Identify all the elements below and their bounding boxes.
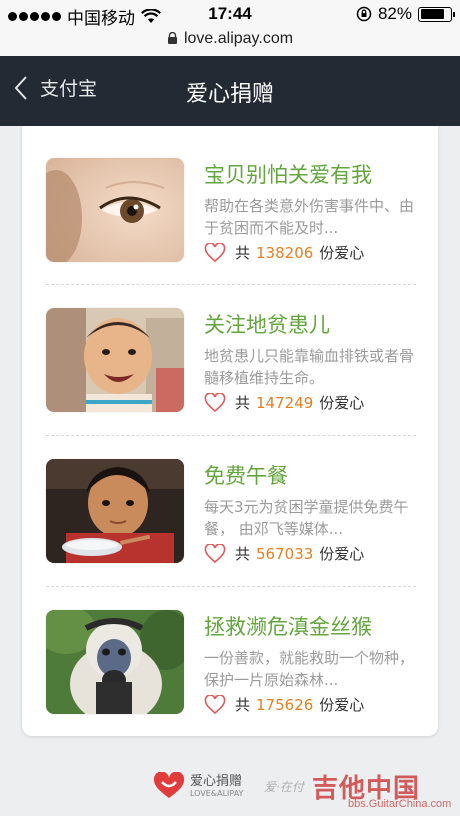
item-title: 拯救濒危滇金丝猴 (204, 615, 372, 639)
logo-text: 爱心捐赠 (190, 773, 243, 789)
lock-icon (167, 32, 177, 44)
love-alipay-logo[interactable]: 爱心捐赠 LOVE&ALIPAY (152, 772, 243, 800)
battery-icon (418, 6, 455, 22)
donation-item[interactable]: 宝贝别怕关爱有我 帮助在各类意外伤害事件中、由于贫困而不能及时... 共 138… (46, 158, 416, 266)
divider (46, 586, 416, 587)
item-info: 拯救濒危滇金丝猴 一份善款，就能救助一个物种，保护一片原始森林... 共 175… (204, 610, 416, 718)
divider (46, 435, 416, 436)
count-suffix: 份爱心 (319, 394, 365, 412)
item-title: 免费午餐 (204, 464, 288, 488)
status-bar: 中国移动 17:44 82% (0, 0, 460, 28)
donation-item[interactable]: 免费午餐 每天3元为贫困学童提供免费午餐， 由邓飞等媒体... 共 567033… (46, 459, 416, 567)
watermark-text: 爱·在付 (264, 780, 304, 794)
item-description: 地贫患儿只能靠输血排铁或者骨髓移植维持生命。 (204, 347, 415, 387)
count-suffix: 份爱心 (319, 545, 365, 563)
count-prefix: 共 (235, 244, 251, 262)
item-title: 关注地贫患儿 (204, 313, 330, 337)
golden-monkey-photo (46, 610, 184, 714)
love-count: 共 138206 份爱心 (204, 242, 364, 263)
footer: 爱心捐赠 LOVE&ALIPAY 爱·在付 吉他中国 bbs.GuitarChi… (0, 770, 460, 810)
love-count: 共 175626 份爱心 (204, 694, 364, 715)
item-info: 免费午餐 每天3元为贫困学童提供免费午餐， 由邓飞等媒体... 共 567033… (204, 459, 416, 567)
nav-bar: 支付宝 爱心捐赠 (0, 56, 460, 126)
love-count: 共 567033 份爱心 (204, 543, 364, 564)
url-text: love.alipay.com (183, 30, 294, 47)
logo-subtext: LOVE&ALIPAY (190, 788, 244, 798)
divider (46, 284, 416, 285)
item-description: 每天3元为贫困学童提供免费午餐， 由邓飞等媒体... (204, 498, 409, 538)
donation-item[interactable]: 关注地贫患儿 地贫患儿只能靠输血排铁或者骨髓移植维持生命。 共 147249 份… (46, 308, 416, 416)
count-prefix: 共 (235, 696, 251, 714)
love-count: 共 147249 份爱心 (204, 392, 364, 413)
count-number: 138206 (256, 243, 314, 262)
count-prefix: 共 (235, 545, 251, 563)
heart-icon[interactable] (204, 392, 226, 413)
count-number: 567033 (256, 544, 314, 563)
count-prefix: 共 (235, 394, 251, 412)
smiling-child-photo (46, 308, 184, 412)
item-info: 宝贝别怕关爱有我 帮助在各类意外伤害事件中、由于贫困而不能及时... 共 138… (204, 158, 416, 266)
watermark-url: bbs.GuitarChina.com (348, 798, 452, 810)
status-right: 82% (356, 4, 455, 24)
item-description: 帮助在各类意外伤害事件中、由于贫困而不能及时... (204, 197, 415, 237)
heart-icon[interactable] (204, 694, 226, 715)
item-info: 关注地贫患儿 地贫患儿只能靠输血排铁或者骨髓移植维持生命。 共 147249 份… (204, 308, 416, 416)
donation-list: 宝贝别怕关爱有我 帮助在各类意外伤害事件中、由于贫困而不能及时... 共 138… (22, 126, 438, 736)
count-number: 147249 (256, 393, 314, 412)
heart-icon[interactable] (204, 242, 226, 263)
heart-icon[interactable] (204, 543, 226, 564)
item-description: 一份善款，就能救助一个物种，保护一片原始森林... (204, 649, 415, 689)
love-heart-logo-icon (153, 772, 185, 798)
donation-item[interactable]: 拯救濒危滇金丝猴 一份善款，就能救助一个物种，保护一片原始森林... 共 175… (46, 610, 416, 718)
count-number: 175626 (256, 695, 314, 714)
battery-percent: 82% (377, 4, 412, 23)
page-title: 爱心捐赠 (185, 82, 274, 107)
child-eye-photo (46, 158, 184, 262)
count-suffix: 份爱心 (319, 244, 365, 262)
item-title: 宝贝别怕关爱有我 (204, 163, 372, 187)
rotation-lock-icon (356, 6, 372, 22)
count-suffix: 份爱心 (319, 696, 365, 714)
child-with-bowl-photo (46, 459, 184, 563)
url-bar[interactable]: love.alipay.com (0, 28, 460, 56)
